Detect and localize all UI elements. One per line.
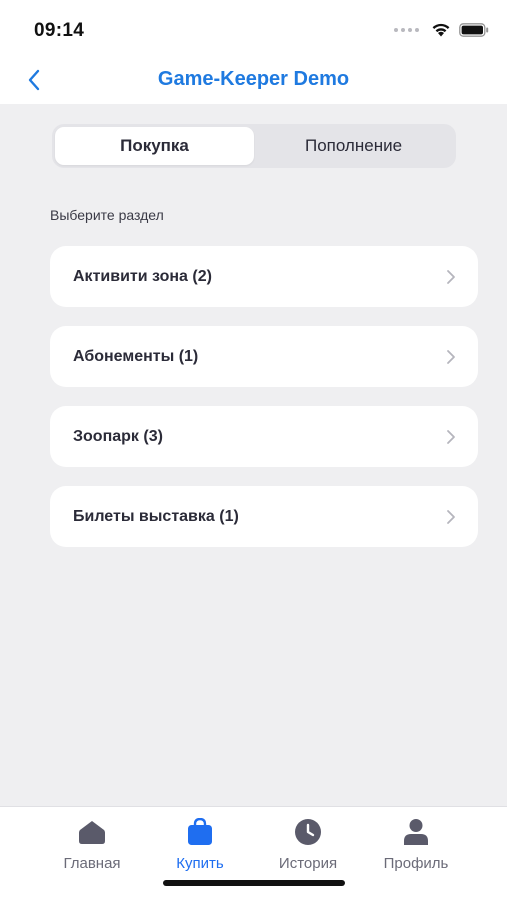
chevron-right-icon [447,429,455,444]
wifi-icon [432,23,450,37]
tab-home[interactable]: Главная [37,817,147,872]
list-item-exhibition-tickets[interactable]: Билеты выставка (1) [50,486,478,547]
list-item-label: Билеты выставка (1) [73,507,239,525]
battery-icon [459,22,489,37]
tab-label: Главная [63,855,121,872]
tab-history[interactable]: История [253,817,363,872]
home-indicator [163,880,345,886]
chevron-right-icon [447,269,455,284]
tab-label: Купить [176,855,224,872]
segmented-control: Покупка Пополнение [52,124,456,168]
list-item-activity-zone[interactable]: Активити зона (2) [50,246,478,307]
chevron-right-icon [447,349,455,364]
status-time: 09:14 [34,20,85,41]
tab-purchase[interactable]: Покупка [55,127,254,165]
tab-label: История [278,855,338,872]
home-icon [77,817,107,847]
nav-bar: Game-Keeper Demo [0,56,507,104]
list-item-label: Абонементы (1) [73,347,199,365]
tab-label: Профиль [383,855,449,872]
list-item-label: Зоопарк (3) [73,427,163,445]
screen: 09:14 Game-Keeper Demo Покупка Пополнени… [0,0,507,900]
list-item-label: Активити зона (2) [73,267,212,285]
clock-icon [293,817,323,847]
list-item-zoo[interactable]: Зоопарк (3) [50,406,478,467]
section-label: Выберите раздел [50,207,164,223]
shopping-bag-icon [185,817,215,847]
list-item-subscriptions[interactable]: Абонементы (1) [50,326,478,387]
person-icon [401,817,431,847]
category-list: Активити зона (2) Абонементы (1) Зоопарк… [50,246,478,566]
page-title: Game-Keeper Demo [157,68,350,90]
tab-top-up[interactable]: Пополнение [254,127,453,165]
status-icons [394,22,489,37]
cellular-signal-icon [394,27,419,32]
tab-buy[interactable]: Купить [145,817,255,872]
tab-profile[interactable]: Профиль [361,817,471,872]
status-bar: 09:14 [0,0,507,56]
chevron-right-icon [447,509,455,524]
